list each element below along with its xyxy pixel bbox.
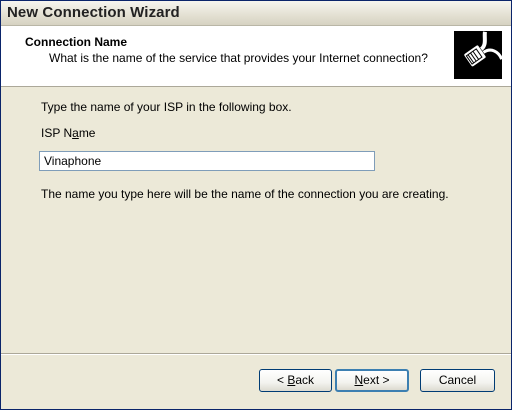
back-button-label: ack [295, 373, 315, 387]
next-button-label: ext > [363, 373, 390, 387]
instruction-text: Type the name of your ISP in the followi… [41, 100, 292, 114]
footer-divider-highlight [1, 354, 511, 355]
isp-label-part2: me [78, 126, 96, 140]
next-button[interactable]: Next > [335, 369, 409, 392]
wizard-header: Connection Name What is the name of the … [1, 26, 511, 87]
wizard-content: Type the name of your ISP in the followi… [1, 88, 511, 348]
title-bar[interactable]: New Connection Wizard [1, 1, 511, 26]
next-button-accesskey: N [354, 373, 364, 387]
phone-plug-icon [454, 31, 503, 79]
isp-name-label: ISP Name [41, 126, 95, 140]
isp-label-part1: ISP N [41, 126, 73, 140]
wizard-window: New Connection Wizard Connection Name Wh… [0, 0, 512, 410]
page-title: Connection Name [25, 35, 128, 49]
cancel-button[interactable]: Cancel [420, 369, 495, 392]
window-title: New Connection Wizard [7, 4, 180, 21]
page-subtitle: What is the name of the service that pro… [49, 51, 428, 65]
back-button[interactable]: < Back [259, 369, 332, 392]
connection-name-note: The name you type here will be the name … [41, 187, 449, 201]
isp-label-accesskey: a [72, 126, 79, 140]
back-button-prefix: < [276, 373, 288, 387]
isp-name-input[interactable] [39, 151, 375, 171]
